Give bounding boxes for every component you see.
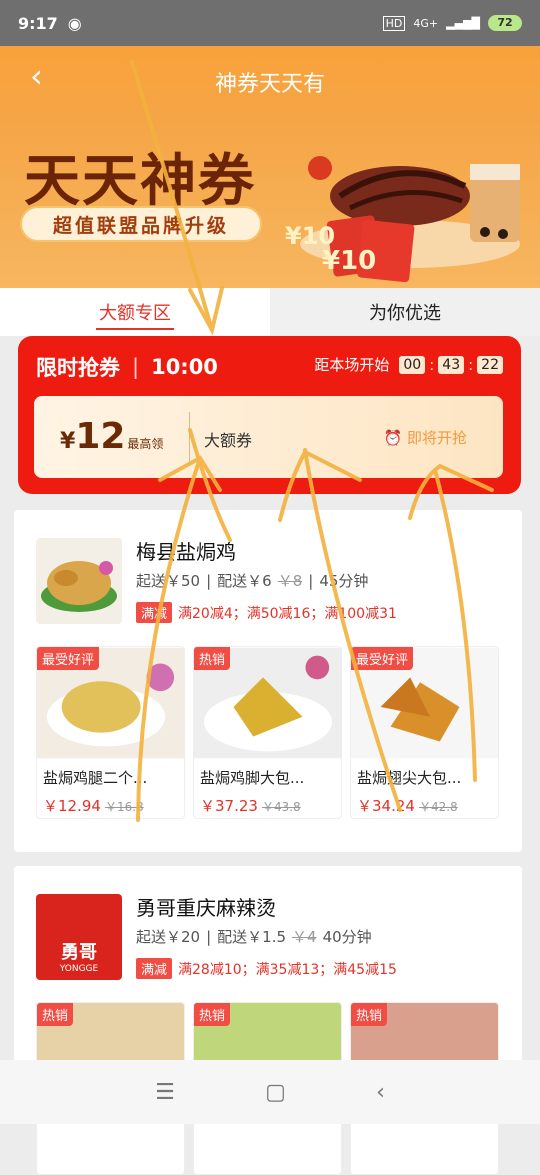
goods-list: 最受好评 盐焗鸡腿二个... ￥12.94 ￥16.8 热销 盐焗鸡脚大包... … (36, 646, 499, 819)
battery-icon: 72 (488, 15, 522, 31)
goods-name: 盐焗鸡脚大包... (200, 769, 305, 787)
banner-subtitle: 超值联盟品牌升级 (20, 206, 262, 242)
tab-recommended[interactable]: 为你优选 (270, 288, 540, 336)
signal-icon: ▂▄▆█ (446, 16, 480, 30)
goods-badge: 最受好评 (351, 647, 414, 670)
shop-card[interactable]: 勇哥 YONGGE 勇哥重庆麻辣烫 起送￥20 | 配送￥1.5 ￥4 40分钟 … (14, 866, 522, 1175)
banner: ‹ 神券天天有 天天神券 超值联盟品牌升级 ¥10 ¥10 (0, 46, 540, 288)
divider: | (132, 355, 140, 379)
promo-text: 满28减10；满35减13；满45减15 (178, 961, 397, 978)
system-nav-bar: ☰ ▢ ‹ (0, 1060, 540, 1124)
promo-text: 满20减4；满50减16；满100减31 (178, 605, 397, 622)
shop-image (36, 538, 122, 624)
back-icon[interactable]: ‹ (376, 1080, 385, 1105)
banner-headline: 天天神券 (24, 148, 256, 214)
goods-badge: 热销 (37, 1003, 74, 1026)
goods-price: ￥12.94 ￥16.8 (43, 797, 144, 815)
shop-logo: 勇哥 YONGGE (36, 894, 122, 980)
promo-row: 满减 满20减4；满50减16；满100减31 (136, 602, 397, 623)
goods-badge: 热销 (194, 1003, 231, 1026)
shop-info: 起送￥20 | 配送￥1.5 ￥4 40分钟 (136, 927, 372, 947)
goods-item[interactable]: 最受好评 盐焗翅尖大包... ￥34.24 ￥42.8 (350, 646, 499, 819)
shop-info: 起送￥50 | 配送￥6 ￥8 | 45分钟 (136, 571, 369, 591)
goods-price: ￥37.23 ￥43.8 (200, 797, 301, 815)
countdown-minutes: 43 (438, 355, 465, 374)
tab-bar: 大额专区 为你优选 (0, 288, 540, 336)
coming-soon-button[interactable]: ⏰ 即将开抢 (384, 427, 467, 448)
promo-tag: 满减 (136, 602, 173, 623)
home-icon[interactable]: ▢ (265, 1080, 286, 1105)
coupon-amount: ¥ 12 最高领 (60, 416, 164, 457)
promo-row: 满减 满28减10；满35减13；满45减15 (136, 958, 397, 979)
app-notification-icon: ◉ (67, 13, 82, 33)
flash-sale-panel: 限时抢券 | 10:00 距本场开始 00 : 43 : 22 ¥ 12 最高领… (18, 336, 521, 494)
goods-badge: 最受好评 (37, 647, 100, 670)
countdown-label: 距本场开始 (314, 356, 390, 374)
goods-item[interactable]: 最受好评 盐焗鸡腿二个... ￥12.94 ￥16.8 (36, 646, 185, 819)
menu-icon[interactable]: ☰ (155, 1080, 175, 1105)
tab-big-coupon[interactable]: 大额专区 (0, 288, 270, 336)
countdown-seconds: 22 (477, 355, 503, 374)
alarm-clock-icon: ⏰ (383, 429, 403, 447)
flash-sale-time: 10:00 (151, 355, 218, 379)
goods-price: ￥34.24 ￥42.8 (357, 797, 458, 815)
goods-name: 盐焗鸡腿二个... (43, 769, 148, 787)
shop-name: 勇哥重庆麻辣烫 (136, 896, 276, 920)
coupon-card[interactable]: ¥ 12 最高领 大额券 ⏰ 即将开抢 (34, 396, 503, 478)
goods-badge: 热销 (194, 647, 231, 670)
status-time: 9:17 (18, 13, 58, 33)
divider (189, 412, 190, 462)
status-bar: 9:17 ◉ HD 4G+ ▂▄▆█ 72 (0, 0, 540, 46)
coupon-badge-2: ¥10 (322, 246, 377, 276)
flash-sale-header: 限时抢券 | 10:00 (36, 352, 218, 382)
goods-name: 盐焗翅尖大包... (357, 769, 462, 787)
shop-name: 梅县盐焗鸡 (136, 540, 236, 564)
goods-badge: 热销 (351, 1003, 388, 1026)
hd-icon: HD (382, 15, 406, 31)
shop-card[interactable]: 梅县盐焗鸡 起送￥50 | 配送￥6 ￥8 | 45分钟 满减 满20减4；满50减… (14, 510, 522, 852)
promo-tag: 满减 (136, 958, 173, 979)
countdown: 距本场开始 00 : 43 : 22 (314, 354, 503, 375)
page-title: 神券天天有 (214, 72, 325, 97)
goods-item[interactable]: 热销 盐焗鸡脚大包... ￥37.23 ￥43.8 (193, 646, 342, 819)
flash-sale-label: 限时抢券 (36, 356, 120, 380)
coupon-name: 大额券 (204, 431, 253, 450)
countdown-hours: 00 (399, 355, 426, 374)
network-label: 4G+ (413, 16, 439, 30)
